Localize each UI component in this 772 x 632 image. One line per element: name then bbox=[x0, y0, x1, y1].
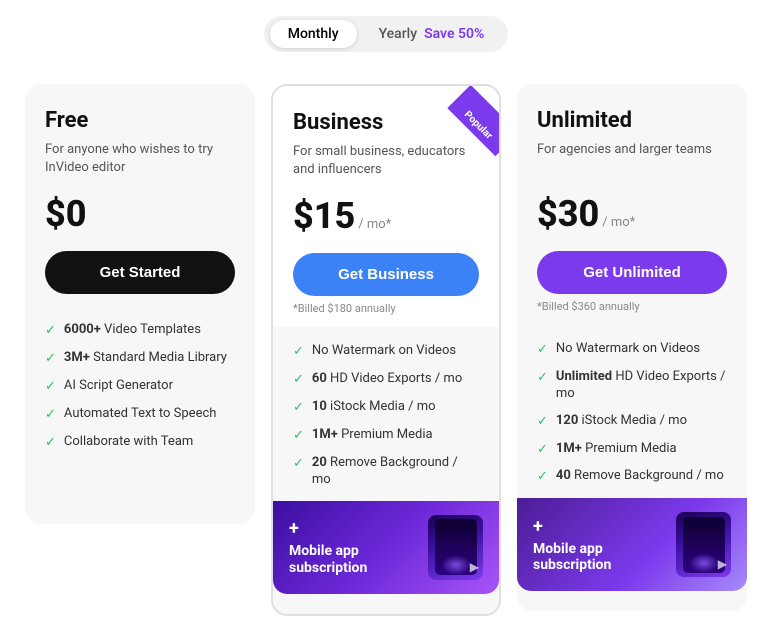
banner-plus-icon: + bbox=[289, 518, 367, 539]
unlimited-feature-text-3: 120 iStock Media / mo bbox=[556, 413, 687, 430]
check-icon: ✓ bbox=[45, 323, 56, 340]
play-icon: ▶ bbox=[718, 557, 727, 571]
phone-glow bbox=[689, 553, 719, 573]
business-feature-text-1: No Watermark on Videos bbox=[312, 343, 456, 360]
banner-plus-icon: + bbox=[533, 516, 611, 537]
save-badge: Save 50% bbox=[424, 26, 484, 42]
unlimited-features-section: ✓ No Watermark on Videos ✓ Unlimited HD … bbox=[517, 325, 747, 611]
toggle-pill: Monthly Yearly Save 50% bbox=[264, 16, 509, 52]
unlimited-feature-1: ✓ No Watermark on Videos bbox=[537, 341, 727, 359]
banner-text-group: + Mobile appsubscription bbox=[533, 516, 611, 575]
check-icon: ✓ bbox=[537, 414, 548, 431]
free-plan-price: $0 bbox=[45, 193, 235, 235]
free-feature-text-5: Collaborate with Team bbox=[64, 434, 193, 451]
free-feature-1: ✓ 6000+ Video Templates bbox=[45, 322, 235, 340]
business-billed-note: *Billed $180 annually bbox=[293, 302, 479, 315]
check-icon: ✓ bbox=[537, 469, 548, 486]
unlimited-price-amount: $30 bbox=[537, 193, 599, 235]
business-feature-text-3: 10 iStock Media / mo bbox=[312, 399, 436, 416]
business-feature-3: ✓ 10 iStock Media / mo bbox=[293, 399, 479, 417]
business-feature-text-4: 1M+ Premium Media bbox=[312, 427, 433, 444]
unlimited-feature-3: ✓ 120 iStock Media / mo bbox=[537, 413, 727, 431]
check-icon: ✓ bbox=[45, 407, 56, 424]
business-feature-text-2: 60 HD Video Exports / mo bbox=[312, 371, 462, 388]
unlimited-feature-2: ✓ Unlimited HD Video Exports / mo bbox=[537, 369, 727, 403]
play-icon: ▶ bbox=[470, 560, 479, 574]
popular-badge-wrapper: Popular bbox=[419, 86, 499, 166]
banner-title: Mobile appsubscription bbox=[289, 543, 367, 577]
pricing-cards: Free For anyone who wishes to try InVide… bbox=[16, 84, 756, 616]
free-feature-text-3: AI Script Generator bbox=[64, 378, 173, 395]
business-features-section: ✓ No Watermark on Videos ✓ 60 HD Video E… bbox=[273, 327, 499, 613]
free-features-section: ✓ 6000+ Video Templates ✓ 3M+ Standard M… bbox=[25, 306, 255, 481]
billing-toggle: Monthly Yearly Save 50% bbox=[16, 16, 756, 52]
unlimited-get-button[interactable]: Get Unlimited bbox=[537, 251, 727, 294]
check-icon: ✓ bbox=[537, 342, 548, 359]
free-feature-5: ✓ Collaborate with Team bbox=[45, 434, 235, 452]
check-icon: ✓ bbox=[45, 351, 56, 368]
check-icon: ✓ bbox=[293, 400, 304, 417]
free-plan-description: For anyone who wishes to try InVideo edi… bbox=[45, 141, 235, 177]
free-plan-card: Free For anyone who wishes to try InVide… bbox=[25, 84, 255, 524]
unlimited-feature-text-2: Unlimited HD Video Exports / mo bbox=[556, 369, 727, 403]
banner-title: Mobile appsubscription bbox=[533, 541, 611, 575]
check-icon: ✓ bbox=[293, 344, 304, 361]
check-icon: ✓ bbox=[537, 370, 548, 387]
check-icon: ✓ bbox=[45, 435, 56, 452]
unlimited-billed-note: *Billed $360 annually bbox=[537, 300, 727, 313]
business-mobile-banner[interactable]: + Mobile appsubscription ▶ bbox=[273, 501, 499, 594]
check-icon: ✓ bbox=[537, 442, 548, 459]
free-feature-3: ✓ AI Script Generator bbox=[45, 378, 235, 396]
unlimited-feature-text-5: 40 Remove Background / mo bbox=[556, 468, 724, 485]
business-get-button[interactable]: Get Business bbox=[293, 253, 479, 296]
unlimited-feature-5: ✓ 40 Remove Background / mo bbox=[537, 468, 727, 486]
free-price-amount: $0 bbox=[45, 193, 87, 235]
unlimited-mobile-banner[interactable]: + Mobile appsubscription ▶ bbox=[517, 498, 747, 591]
check-icon: ✓ bbox=[293, 428, 304, 445]
check-icon: ✓ bbox=[45, 379, 56, 396]
business-price-amount: $15 bbox=[293, 195, 355, 237]
free-feature-text-2: 3M+ Standard Media Library bbox=[64, 350, 227, 367]
business-feature-text-5: 20 Remove Background / mo bbox=[312, 455, 479, 489]
unlimited-price-period: / mo* bbox=[602, 215, 635, 230]
business-plan-price: $15 / mo* bbox=[293, 195, 479, 237]
unlimited-plan-name: Unlimited bbox=[537, 108, 727, 133]
business-feature-1: ✓ No Watermark on Videos bbox=[293, 343, 479, 361]
business-plan-card: Popular Business For small business, edu… bbox=[271, 84, 501, 616]
business-feature-4: ✓ 1M+ Premium Media bbox=[293, 427, 479, 445]
check-icon: ✓ bbox=[293, 456, 304, 473]
unlimited-plan-card: Unlimited For agencies and larger teams … bbox=[517, 84, 747, 611]
yearly-option[interactable]: Yearly Save 50% bbox=[361, 20, 503, 48]
free-get-started-button[interactable]: Get Started bbox=[45, 251, 235, 294]
phone-glow bbox=[441, 555, 471, 575]
free-feature-text-1: 6000+ Video Templates bbox=[64, 322, 201, 339]
free-feature-text-4: Automated Text to Speech bbox=[64, 406, 217, 423]
banner-text-group: + Mobile appsubscription bbox=[289, 518, 367, 577]
free-feature-2: ✓ 3M+ Standard Media Library bbox=[45, 350, 235, 368]
free-plan-name: Free bbox=[45, 108, 235, 133]
check-icon: ✓ bbox=[293, 372, 304, 389]
popular-badge: Popular bbox=[447, 86, 499, 156]
unlimited-feature-4: ✓ 1M+ Premium Media bbox=[537, 441, 727, 459]
phone-mockup: ▶ bbox=[676, 512, 731, 577]
monthly-option[interactable]: Monthly bbox=[270, 20, 357, 48]
business-feature-2: ✓ 60 HD Video Exports / mo bbox=[293, 371, 479, 389]
unlimited-plan-description: For agencies and larger teams bbox=[537, 141, 727, 177]
unlimited-feature-text-1: No Watermark on Videos bbox=[556, 341, 700, 358]
unlimited-plan-price: $30 / mo* bbox=[537, 193, 727, 235]
business-feature-5: ✓ 20 Remove Background / mo bbox=[293, 455, 479, 489]
free-feature-4: ✓ Automated Text to Speech bbox=[45, 406, 235, 424]
business-price-period: / mo* bbox=[358, 217, 391, 232]
unlimited-feature-text-4: 1M+ Premium Media bbox=[556, 441, 677, 458]
phone-mockup: ▶ bbox=[428, 515, 483, 580]
